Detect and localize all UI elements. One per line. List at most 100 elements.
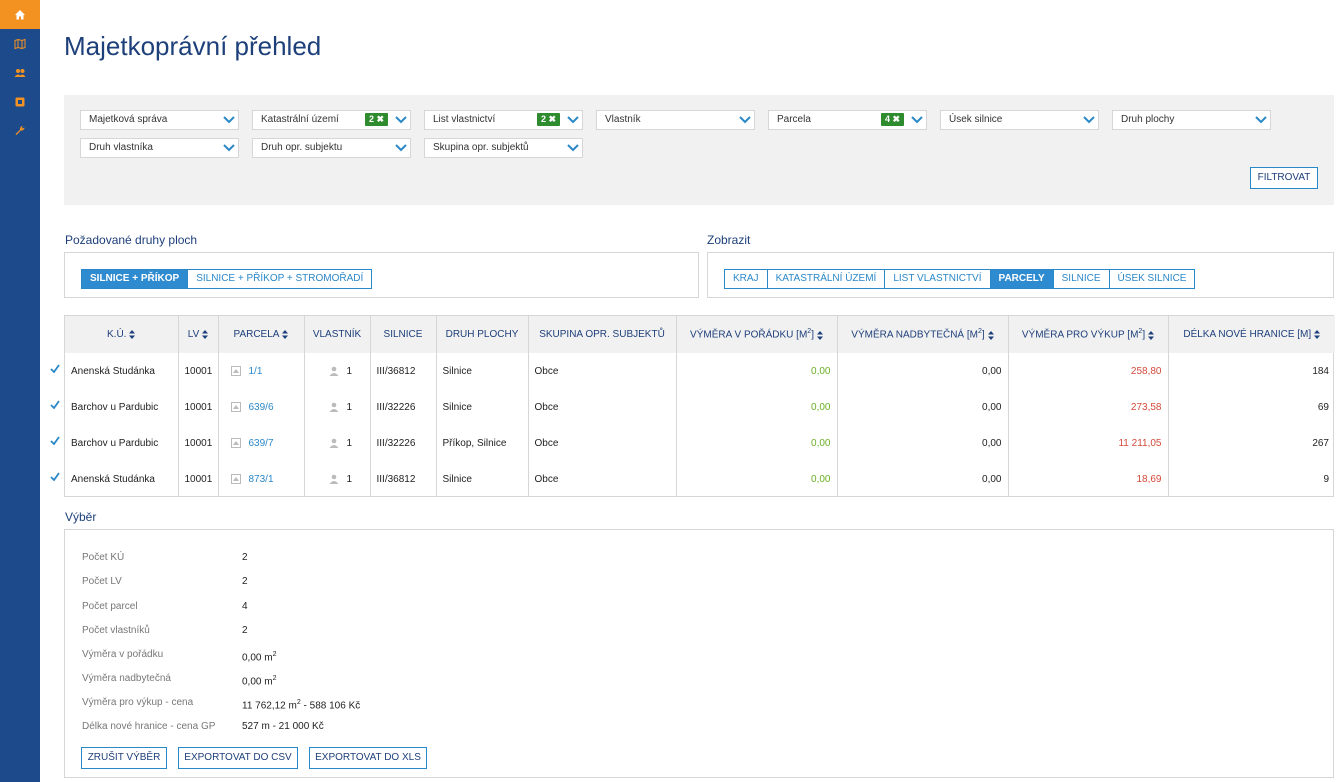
filter-majetkova-sprava[interactable]: Majetková správa bbox=[80, 110, 239, 130]
cell-ku: Barchov u Pardubic bbox=[65, 389, 179, 425]
sidebar-item-tools[interactable] bbox=[0, 116, 40, 145]
sidebar-item-map[interactable] bbox=[0, 29, 40, 58]
cell-delka: 69 bbox=[1317, 401, 1329, 413]
parcel-link[interactable]: 873/1 bbox=[249, 474, 274, 485]
chevron-down-icon bbox=[739, 116, 751, 124]
col-header-lv[interactable]: LV bbox=[178, 316, 219, 353]
surface-option-silnice-prikop-stromoradi[interactable]: SILNICE + PŘÍKOP + STROMOŘADÍ bbox=[188, 270, 371, 288]
parcel-link[interactable]: 639/7 bbox=[249, 438, 274, 449]
cell-vymera-poradek: 0,00 bbox=[676, 425, 838, 461]
sidebar-item-home[interactable] bbox=[0, 0, 40, 29]
sort-icon bbox=[282, 329, 289, 339]
filter-list-vlastnictvi[interactable]: List vlastnictví 2 ✖ bbox=[424, 110, 583, 130]
filter-usek-silnice[interactable]: Úsek silnice bbox=[940, 110, 1099, 130]
cell-druh: Silnice bbox=[436, 389, 529, 425]
chevron-down-icon bbox=[1255, 116, 1267, 124]
cell-vlastnik: 1 bbox=[304, 389, 371, 425]
cancel-selection-button[interactable]: ZRUŠIT VÝBĚR bbox=[81, 747, 167, 769]
parcels-table: K.Ú. LV PARCELA VLASTNÍK SILNICE DRUH PL… bbox=[64, 315, 1335, 497]
cell-skupina: Obce bbox=[528, 389, 677, 425]
surface-option-silnice-prikop[interactable]: SILNICE + PŘÍKOP bbox=[82, 270, 189, 288]
sidebar-item-record[interactable] bbox=[0, 87, 40, 116]
chevron-down-icon bbox=[223, 144, 235, 152]
export-xls-button[interactable]: EXPORTOVAT DO XLS bbox=[309, 747, 427, 769]
filter-count-badge[interactable]: 4 ✖ bbox=[880, 113, 904, 126]
col-header-vymera-vykup[interactable]: VÝMĚRA PRO VÝKUP [m2] bbox=[1008, 316, 1169, 353]
filter-parcela[interactable]: Parcela 4 ✖ bbox=[768, 110, 927, 130]
display-option-list-vlastnictvi[interactable]: LIST VLASTNICTVÍ bbox=[885, 270, 991, 288]
filter-druh-vlastnika[interactable]: Druh vlastníka bbox=[80, 138, 239, 158]
display-option-parcely[interactable]: PARCELY bbox=[990, 270, 1054, 288]
cell-vymera-vykup: 273,58 bbox=[1008, 389, 1169, 425]
cell-silnice: III/36812 bbox=[370, 353, 437, 389]
cell-druh: Silnice bbox=[436, 461, 529, 497]
table-row[interactable]: Anenská Studánka 10001 1/1 1 III/36812 S… bbox=[65, 353, 1335, 389]
cell-silnice: III/36812 bbox=[370, 461, 437, 497]
surface-types-box: SILNICE + PŘÍKOP SILNICE + PŘÍKOP + STRO… bbox=[64, 252, 699, 298]
table-row[interactable]: Barchov u Pardubic 10001 639/7 1 III/322… bbox=[65, 425, 1335, 461]
surface-types-toggle: SILNICE + PŘÍKOP SILNICE + PŘÍKOP + STRO… bbox=[81, 269, 373, 289]
filter-vlastnik[interactable]: Vlastník bbox=[596, 110, 755, 130]
person-icon bbox=[329, 474, 338, 484]
sort-icon bbox=[202, 329, 209, 339]
filter-button[interactable]: FILTROVAT bbox=[1250, 167, 1318, 189]
cell-vymera-nadbytecna: 0,00 bbox=[837, 461, 1009, 497]
cell-ku: Anenská Studánka bbox=[65, 353, 179, 389]
display-option-katastralni-uzemi[interactable]: KATASTRÁLNÍ ÚZEMÍ bbox=[768, 270, 886, 288]
cell-silnice: III/32226 bbox=[370, 389, 437, 425]
export-csv-button[interactable]: EXPORTOVAT DO CSV bbox=[178, 747, 298, 769]
parcel-link[interactable]: 639/6 bbox=[249, 402, 274, 413]
chevron-down-icon bbox=[911, 116, 923, 124]
col-header-vlastnik: VLASTNÍK bbox=[304, 316, 371, 353]
filter-skupina-opr-subjektu[interactable]: Skupina opr. subjektů bbox=[424, 138, 583, 158]
selection-box: Počet KÚ 2 Počet LV 2 Počet parcel 4 Počet … bbox=[64, 529, 1334, 778]
page-title: Majetkoprávní přehled bbox=[64, 31, 322, 61]
col-header-vymera-nadbytecna[interactable]: VÝMĚRA NADBYTEČNÁ [m2] bbox=[837, 316, 1009, 353]
col-header-parcela[interactable]: PARCELA bbox=[218, 316, 305, 353]
cell-skupina: Obce bbox=[528, 461, 677, 497]
col-header-druh-plochy: DRUH PLOCHY bbox=[436, 316, 529, 353]
cell-vlastnik: 1 bbox=[304, 353, 371, 389]
filter-count-badge[interactable]: 2 ✖ bbox=[536, 113, 560, 126]
filter-druh-plochy[interactable]: Druh plochy bbox=[1112, 110, 1271, 130]
cell-druh: Silnice bbox=[436, 353, 529, 389]
chevron-down-icon bbox=[395, 116, 407, 124]
selection-title: Výběr bbox=[65, 510, 97, 524]
parcel-link[interactable]: 1/1 bbox=[249, 366, 263, 377]
sort-icon bbox=[1314, 329, 1321, 339]
col-header-ku[interactable]: K.Ú. bbox=[65, 316, 179, 353]
col-header-vymera-poradek[interactable]: VÝMĚRA V POŘÁDKU [m2] bbox=[676, 316, 838, 353]
chevron-down-icon bbox=[223, 116, 235, 124]
col-header-skupina: SKUPINA OPR. SUBJEKTŮ bbox=[528, 316, 677, 353]
home-icon bbox=[15, 9, 25, 19]
cell-parcela: 1/1 bbox=[218, 353, 305, 389]
parcel-icon bbox=[230, 437, 241, 448]
cell-vymera-nadbytecna: 0,00 bbox=[837, 425, 1009, 461]
display-option-usek-silnice[interactable]: ÚSEK SILNICE bbox=[1110, 270, 1195, 288]
parcel-icon bbox=[230, 365, 241, 376]
filter-katastralni-uzemi[interactable]: Katastrální území 2 ✖ bbox=[252, 110, 411, 130]
table-row[interactable]: Anenská Studánka 10001 873/1 1 III/36812… bbox=[65, 461, 1335, 497]
chevron-down-icon bbox=[567, 144, 579, 152]
row-check-icon[interactable] bbox=[50, 472, 60, 482]
filter-count-badge[interactable]: 2 ✖ bbox=[364, 113, 388, 126]
filter-druh-opr-subjektu[interactable]: Druh opr. subjektu bbox=[252, 138, 411, 158]
cell-vymera-nadbytecna: 0,00 bbox=[837, 353, 1009, 389]
col-header-delka-hranice[interactable]: DÉLKA NOVÉ HRANICE [m] bbox=[1168, 316, 1335, 353]
display-option-silnice[interactable]: SILNICE bbox=[1054, 270, 1110, 288]
sidebar-item-users[interactable] bbox=[0, 58, 40, 87]
cell-lv: 10001 bbox=[178, 353, 219, 389]
sort-icon bbox=[987, 330, 994, 340]
row-check-icon[interactable] bbox=[50, 436, 60, 446]
table-row[interactable]: Barchov u Pardubic 10001 639/6 1 III/322… bbox=[65, 389, 1335, 425]
cell-lv: 10001 bbox=[178, 389, 219, 425]
chevron-down-icon bbox=[395, 144, 407, 152]
cell-delka: 267 bbox=[1312, 437, 1329, 449]
row-check-icon[interactable] bbox=[50, 364, 60, 374]
record-icon bbox=[15, 97, 25, 106]
cell-vymera-vykup: 258,80 bbox=[1008, 353, 1169, 389]
sort-icon bbox=[1148, 330, 1155, 340]
chevron-down-icon bbox=[1083, 116, 1095, 124]
row-check-icon[interactable] bbox=[50, 400, 60, 410]
display-option-kraj[interactable]: KRAJ bbox=[725, 270, 768, 288]
